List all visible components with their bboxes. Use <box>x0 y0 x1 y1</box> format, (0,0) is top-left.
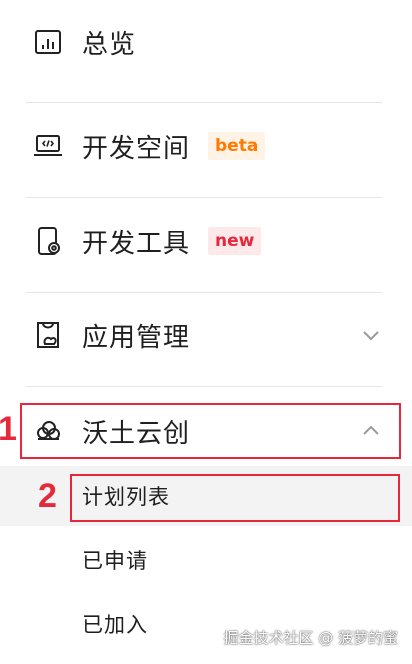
nav-item-dev-tools[interactable]: 开发工具 new <box>0 211 412 271</box>
nav-label-app-manage: 应用管理 <box>82 322 191 353</box>
nav-item-overview[interactable]: 总览 <box>0 12 412 72</box>
laptop-code-icon <box>32 130 64 162</box>
divider <box>26 197 382 198</box>
watermark: 掘金技术社区 @ 菠萝的蜜 <box>223 629 398 647</box>
divider <box>26 102 382 103</box>
divider <box>26 386 382 387</box>
sub-item-applied[interactable]: 已申请 <box>0 530 412 590</box>
nav-item-app-manage[interactable]: 应用管理 <box>0 305 412 365</box>
annotation-marker-1: 1 <box>0 410 17 448</box>
sub-item-label: 已申请 <box>82 549 148 573</box>
app-manage-icon <box>32 319 64 351</box>
nav-label-dev-tools: 开发工具 <box>82 228 191 259</box>
chevron-down-icon[interactable] <box>360 324 382 346</box>
sub-item-label: 已加入 <box>82 613 148 637</box>
nav-item-dev-space[interactable]: 开发空间 beta <box>0 116 412 176</box>
beta-badge: beta <box>208 132 266 160</box>
highlight-box-2 <box>70 474 400 522</box>
nav-label-dev-space: 开发空间 <box>82 133 191 164</box>
nav-label-overview: 总览 <box>82 29 137 60</box>
phone-gear-icon <box>32 225 64 257</box>
new-badge: new <box>208 227 262 255</box>
divider <box>26 292 382 293</box>
chart-icon <box>32 26 64 58</box>
annotation-marker-2: 2 <box>38 477 57 515</box>
highlight-box-1 <box>20 403 401 459</box>
